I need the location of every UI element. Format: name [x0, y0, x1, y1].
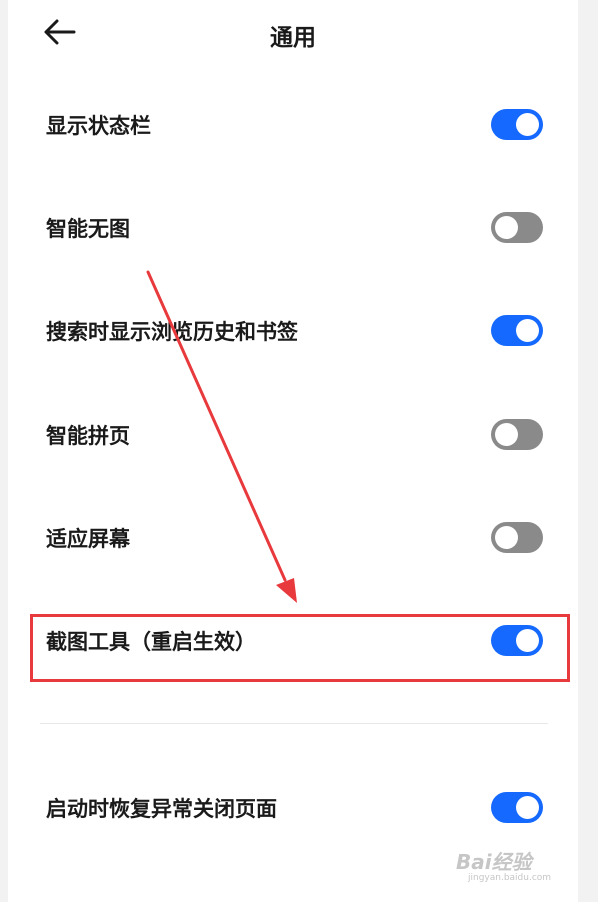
- setting-row[interactable]: 截图工具（重启生效）: [8, 611, 578, 671]
- setting-label: 显示状态栏: [46, 114, 151, 138]
- watermark-logo-text: Bai经验: [456, 850, 532, 874]
- header-bar: 通用: [8, 0, 578, 70]
- toggle-knob: [516, 796, 539, 819]
- setting-row[interactable]: 适应屏幕: [8, 508, 578, 568]
- setting-toggle[interactable]: [491, 109, 543, 140]
- setting-label: 截图工具（重启生效）: [46, 630, 256, 654]
- left-edge: [0, 0, 8, 902]
- right-edge: [578, 0, 598, 902]
- setting-toggle[interactable]: [491, 419, 543, 450]
- toggle-knob: [516, 113, 539, 136]
- setting-label: 启动时恢复异常关闭页面: [46, 797, 277, 821]
- baidu-watermark: Bai经验 jingyan.baidu.com: [456, 846, 551, 883]
- setting-row[interactable]: 启动时恢复异常关闭页面: [8, 778, 578, 838]
- setting-label: 搜索时显示浏览历史和书签: [46, 320, 298, 344]
- setting-label: 智能拼页: [46, 424, 130, 448]
- setting-toggle[interactable]: [491, 625, 543, 656]
- setting-toggle[interactable]: [491, 522, 543, 553]
- setting-toggle[interactable]: [491, 792, 543, 823]
- section-divider: [40, 723, 548, 724]
- toggle-knob: [495, 423, 518, 446]
- toggle-knob: [495, 216, 518, 239]
- toggle-knob: [516, 629, 539, 652]
- toggle-knob: [516, 319, 539, 342]
- setting-row[interactable]: 显示状态栏: [8, 95, 578, 155]
- page-title: 通用: [270, 25, 316, 51]
- setting-row[interactable]: 搜索时显示浏览历史和书签: [8, 301, 578, 361]
- settings-screen: 通用 显示状态栏智能无图搜索时显示浏览历史和书签 智能拼页适应屏幕截图工具（重启生…: [0, 0, 598, 902]
- setting-label: 智能无图: [46, 217, 130, 241]
- toggle-knob: [495, 526, 518, 549]
- watermark-url: jingyan.baidu.com: [468, 873, 552, 883]
- setting-toggle[interactable]: [491, 315, 543, 346]
- setting-label: 适应屏幕: [46, 527, 130, 551]
- setting-row[interactable]: 智能拼页: [8, 405, 578, 465]
- setting-toggle[interactable]: [491, 212, 543, 243]
- setting-row[interactable]: 智能无图: [8, 198, 578, 258]
